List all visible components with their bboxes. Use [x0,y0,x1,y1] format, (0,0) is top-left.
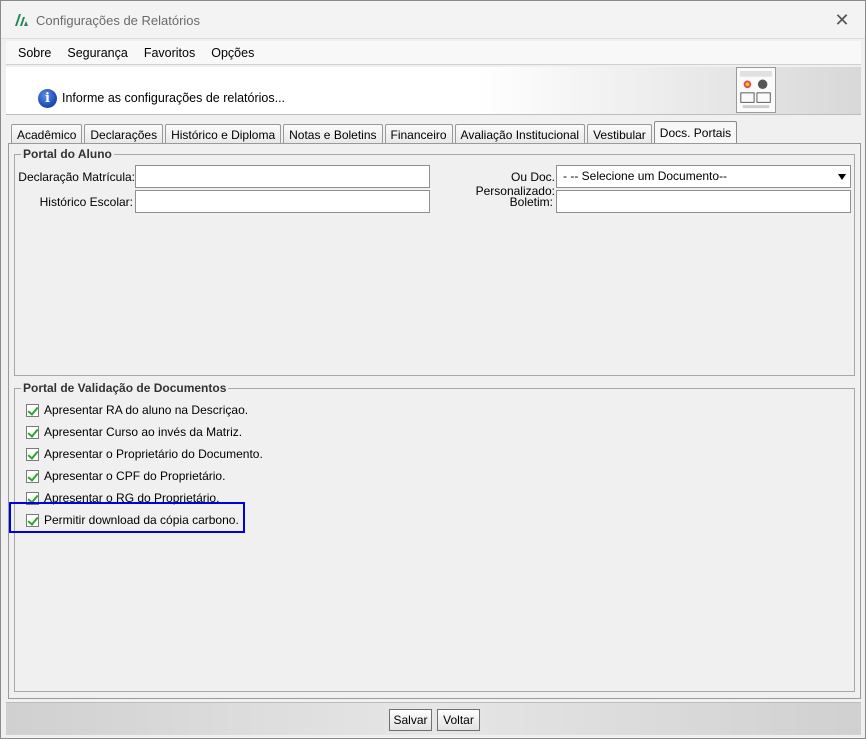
checkbox-ra-aluno[interactable] [26,403,39,417]
historico-escolar-label: Histórico Escolar: [39,195,133,209]
option-curso-matriz[interactable]: Apresentar Curso ao invés da Matriz. [26,423,242,441]
portal-aluno-group: Portal do Aluno Declaração Matrícula: Ou… [14,147,855,376]
option-cpf-proprietario[interactable]: Apresentar o CPF do Proprietário. [26,467,225,485]
tab-academico[interactable]: Acadêmico [11,124,83,144]
portal-aluno-title: Portal do Aluno [21,147,114,161]
report-settings-window: Configurações de Relatórios ✕ Sobre Segu… [0,0,866,739]
tab-docs-portais[interactable]: Docs. Portais [653,121,738,144]
option-proprietario-documento-label: Apresentar o Proprietário do Documento. [44,447,263,461]
checkbox-curso-matriz[interactable] [26,425,39,439]
declaracao-matricula-input[interactable] [135,165,430,188]
menu-bar: Sobre Segurança Favoritos Opções [6,41,861,65]
option-ra-aluno[interactable]: Apresentar RA do aluno na Descriçao. [26,401,248,419]
doc-personalizado-label: Ou Doc. Personalizado: [475,170,555,198]
tab-strip: Acadêmico Declarações Histórico e Diplom… [11,121,739,144]
tab-financeiro[interactable]: Financeiro [384,124,453,144]
declaracao-matricula-label: Declaração Matrícula: [18,170,135,184]
info-icon: i [38,89,57,108]
menu-seguranca[interactable]: Segurança [59,46,135,60]
info-text: Informe as configurações de relatórios..… [62,91,286,105]
tab-notas-boletins[interactable]: Notas e Boletins [283,124,383,144]
menu-sobre[interactable]: Sobre [10,46,59,60]
tab-panel-docs-portais: Portal do Aluno Declaração Matrícula: Ou… [8,143,861,699]
option-curso-matriz-label: Apresentar Curso ao invés da Matriz. [44,425,243,439]
printer-settings-icon [736,67,776,113]
portal-validacao-title: Portal de Validação de Documentos [21,381,229,395]
checkbox-proprietario-documento[interactable] [26,447,39,461]
info-banner: i Informe as configurações de relatórios… [6,67,861,115]
close-button[interactable]: ✕ [819,1,865,39]
menu-favoritos[interactable]: Favoritos [136,46,203,60]
portal-validacao-group: Portal de Validação de Documentos Aprese… [14,381,855,692]
option-proprietario-documento[interactable]: Apresentar o Proprietário do Documento. [26,445,263,463]
tab-vestibular[interactable]: Vestibular [587,124,652,144]
boletim-label: Boletim: [509,195,553,209]
window-title: Configurações de Relatórios [36,13,201,28]
tab-historico-diploma[interactable]: Histórico e Diploma [165,124,282,144]
doc-personalizado-value: - -- Selecione um Documento-- [563,169,728,183]
historico-escolar-input[interactable] [135,190,430,213]
app-logo-icon [15,14,28,26]
bottom-button-bar: Salvar Voltar [6,702,861,735]
chevron-down-icon [838,174,846,180]
boletim-input[interactable] [556,190,851,213]
tab-declaracoes[interactable]: Declarações [84,124,164,144]
menu-opcoes[interactable]: Opções [203,46,262,60]
back-button[interactable]: Voltar [437,709,480,731]
checkbox-cpf-proprietario[interactable] [26,469,39,483]
doc-personalizado-select[interactable]: - -- Selecione um Documento-- [556,165,851,188]
option-ra-aluno-label: Apresentar RA do aluno na Descriçao. [44,403,249,417]
save-button[interactable]: Salvar [389,709,432,731]
tab-avaliacao-institucional[interactable]: Avaliação Institucional [454,124,586,144]
title-bar: Configurações de Relatórios ✕ [1,1,865,39]
highlight-annotation [9,502,245,533]
option-cpf-proprietario-label: Apresentar o CPF do Proprietário. [44,469,226,483]
